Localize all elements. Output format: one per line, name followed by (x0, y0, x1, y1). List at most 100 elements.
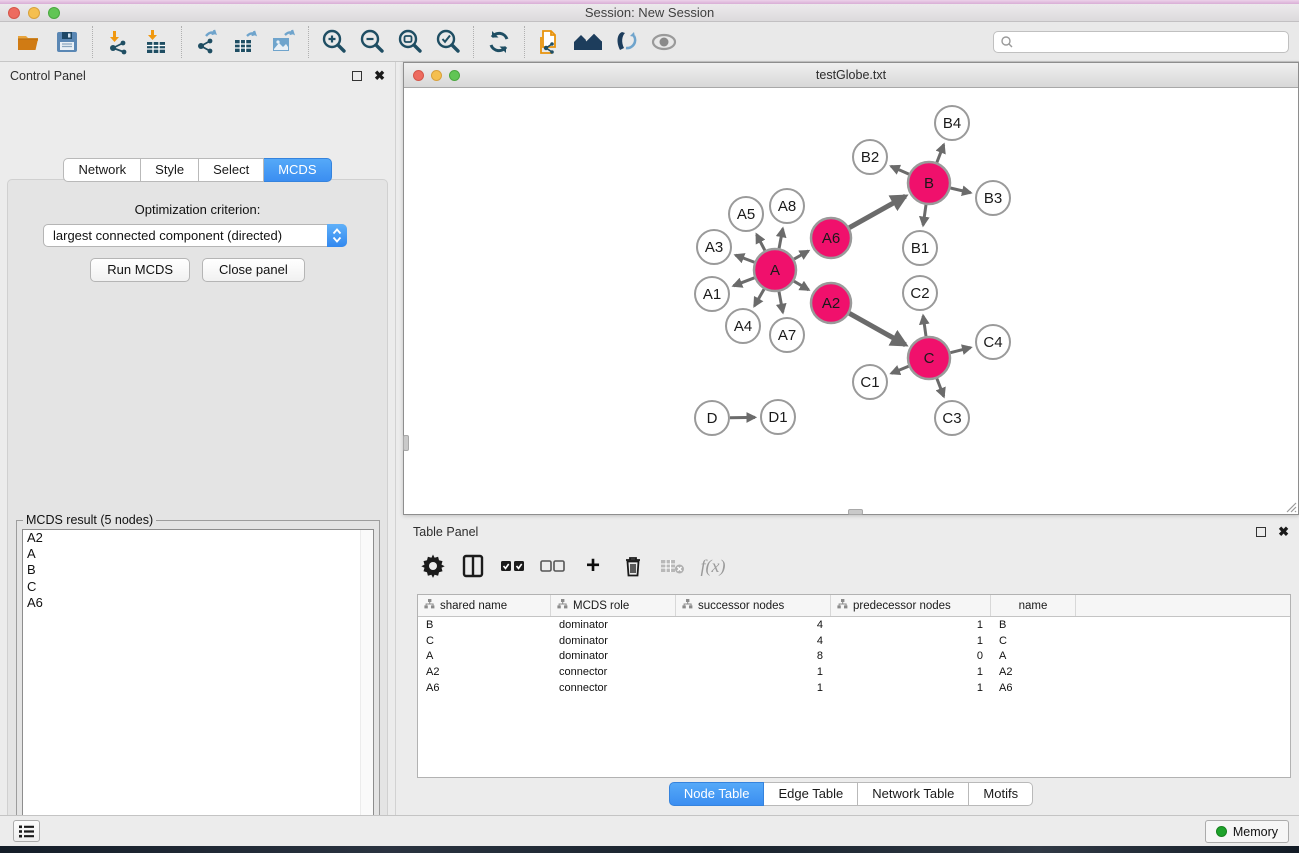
resize-grip-icon[interactable] (1283, 499, 1297, 513)
graph-edge-A6-B[interactable] (849, 196, 905, 228)
open-folder-icon[interactable] (10, 25, 48, 59)
result-list-scrollbar[interactable] (360, 530, 373, 848)
delete-table-icon[interactable] (657, 550, 689, 582)
tab-edge-table[interactable]: Edge Table (764, 782, 858, 806)
copy-network-icon[interactable] (531, 25, 569, 59)
zoom-out-icon[interactable] (353, 25, 391, 59)
result-item-a6[interactable]: A6 (23, 595, 373, 611)
vizmapper-icon[interactable] (607, 25, 645, 59)
column-header-name[interactable]: name (991, 595, 1076, 616)
column-header-filler (1076, 595, 1290, 616)
table-row-c[interactable]: Cdominator41C (418, 633, 1290, 649)
search-field[interactable] (993, 31, 1289, 53)
import-network-icon[interactable] (99, 25, 137, 59)
tab-network-table[interactable]: Network Table (858, 782, 969, 806)
main-area: Control Panel ✖ NetworkStyleSelectMCDS O… (0, 62, 1299, 815)
export-network-icon[interactable] (188, 25, 226, 59)
graph-edge-A-A4[interactable] (754, 289, 764, 306)
graph-edge-B-B3[interactable] (950, 188, 970, 193)
show-columns-icon[interactable] (457, 550, 489, 582)
tab-style[interactable]: Style (141, 158, 199, 182)
table-body: Bdominator41BCdominator41CAdominator80AA… (418, 617, 1290, 696)
show-hide-icon[interactable] (645, 25, 683, 59)
float-panel-icon[interactable] (352, 71, 362, 81)
cell-MCDS-role: dominator (551, 635, 676, 647)
table-settings-gear-icon[interactable] (417, 550, 449, 582)
graph-edge-C-C2[interactable] (923, 316, 926, 336)
graph-edge-C-C3[interactable] (937, 379, 944, 397)
deselect-all-rows-icon[interactable] (537, 550, 569, 582)
save-icon[interactable] (48, 25, 86, 59)
tab-motifs[interactable]: Motifs (969, 782, 1033, 806)
network-vertical-scrollbar[interactable] (403, 435, 409, 451)
zoom-selected-icon[interactable] (429, 25, 467, 59)
desktop-edge-bottom (0, 846, 1299, 853)
toolbar-separator (308, 26, 309, 58)
mcds-result-list: A2ABCA6 (22, 529, 374, 849)
graph-edge-A-A8[interactable] (779, 229, 783, 249)
refresh-layout-icon[interactable] (480, 25, 518, 59)
graph-edge-A2-C[interactable] (849, 313, 905, 345)
table-float-panel-icon[interactable] (1256, 527, 1266, 537)
table-header-row: shared nameMCDS rolesuccessor nodesprede… (418, 595, 1290, 617)
tab-select[interactable]: Select (199, 158, 264, 182)
network-canvas[interactable]: B4B2BB3B1A5A8A6A3AA1A2C2A4A7CC4C1C3DD1 (405, 89, 1297, 513)
result-item-a[interactable]: A (23, 546, 373, 562)
table-row-a6[interactable]: A6connector11A6 (418, 680, 1290, 696)
search-input[interactable] (1015, 33, 1288, 51)
column-header-predecessor-nodes[interactable]: predecessor nodes (831, 595, 991, 616)
table-row-b[interactable]: Bdominator41B (418, 617, 1290, 633)
criterion-dropdown[interactable]: largest connected component (directed) (43, 224, 347, 247)
close-panel-button[interactable]: Close panel (202, 258, 305, 282)
column-header-successor-nodes[interactable]: successor nodes (676, 595, 831, 616)
toolbar-separator (181, 26, 182, 58)
graph-edge-B-B1[interactable] (923, 205, 926, 225)
delete-column-icon[interactable] (617, 550, 649, 582)
graph-node-label-A6: A6 (822, 230, 840, 247)
table-row-a2[interactable]: A2connector11A2 (418, 664, 1290, 680)
main-toolbar (0, 22, 1299, 62)
graph-node-label-B2: B2 (861, 149, 879, 166)
result-item-b[interactable]: B (23, 562, 373, 578)
graph-edge-A-A5[interactable] (757, 234, 765, 250)
graph-edge-B-B4[interactable] (937, 144, 944, 162)
column-header-MCDS-role[interactable]: MCDS role (551, 595, 676, 616)
zoom-in-icon[interactable] (315, 25, 353, 59)
search-icon (999, 34, 1015, 50)
export-image-icon[interactable] (264, 25, 302, 59)
mcds-result-title: MCDS result (5 nodes) (23, 513, 156, 527)
graph-edge-B-B2[interactable] (891, 166, 909, 174)
export-table-icon[interactable] (226, 25, 264, 59)
home-neighbors-icon[interactable] (569, 25, 607, 59)
table-row-a[interactable]: Adominator80A (418, 649, 1290, 665)
tab-network[interactable]: Network (63, 158, 141, 182)
network-window-titlebar[interactable]: testGlobe.txt (404, 63, 1298, 88)
tab-mcds[interactable]: MCDS (264, 158, 331, 182)
function-builder-icon[interactable]: f(x) (697, 550, 729, 582)
network-horizontal-scrollbar[interactable] (848, 509, 863, 515)
table-close-panel-icon[interactable]: ✖ (1278, 527, 1289, 537)
task-history-button[interactable] (13, 820, 40, 842)
graph-node-label-B3: B3 (984, 190, 1002, 207)
graph-edge-C-C1[interactable] (891, 366, 908, 373)
graph-edge-A-A2[interactable] (794, 281, 809, 290)
graph-node-label-B4: B4 (943, 115, 961, 132)
graph-edge-A-A7[interactable] (779, 292, 783, 313)
graph-edge-C-C4[interactable] (950, 348, 970, 353)
result-item-c[interactable]: C (23, 579, 373, 595)
tab-node-table[interactable]: Node Table (669, 782, 765, 806)
run-mcds-button[interactable]: Run MCDS (90, 258, 190, 282)
table-panel-header: Table Panel ✖ (403, 518, 1299, 546)
select-all-rows-icon[interactable] (497, 550, 529, 582)
zoom-fit-icon[interactable] (391, 25, 429, 59)
cell-shared-name: A (418, 650, 551, 662)
memory-button[interactable]: Memory (1205, 820, 1289, 843)
import-table-icon[interactable] (137, 25, 175, 59)
result-item-a2[interactable]: A2 (23, 530, 373, 546)
column-header-shared-name[interactable]: shared name (418, 595, 551, 616)
graph-edge-A-A6[interactable] (794, 251, 808, 259)
create-column-icon[interactable]: + (577, 550, 609, 582)
graph-edge-A-A3[interactable] (736, 255, 755, 262)
close-panel-icon[interactable]: ✖ (374, 71, 385, 81)
graph-edge-A-A1[interactable] (733, 278, 754, 286)
